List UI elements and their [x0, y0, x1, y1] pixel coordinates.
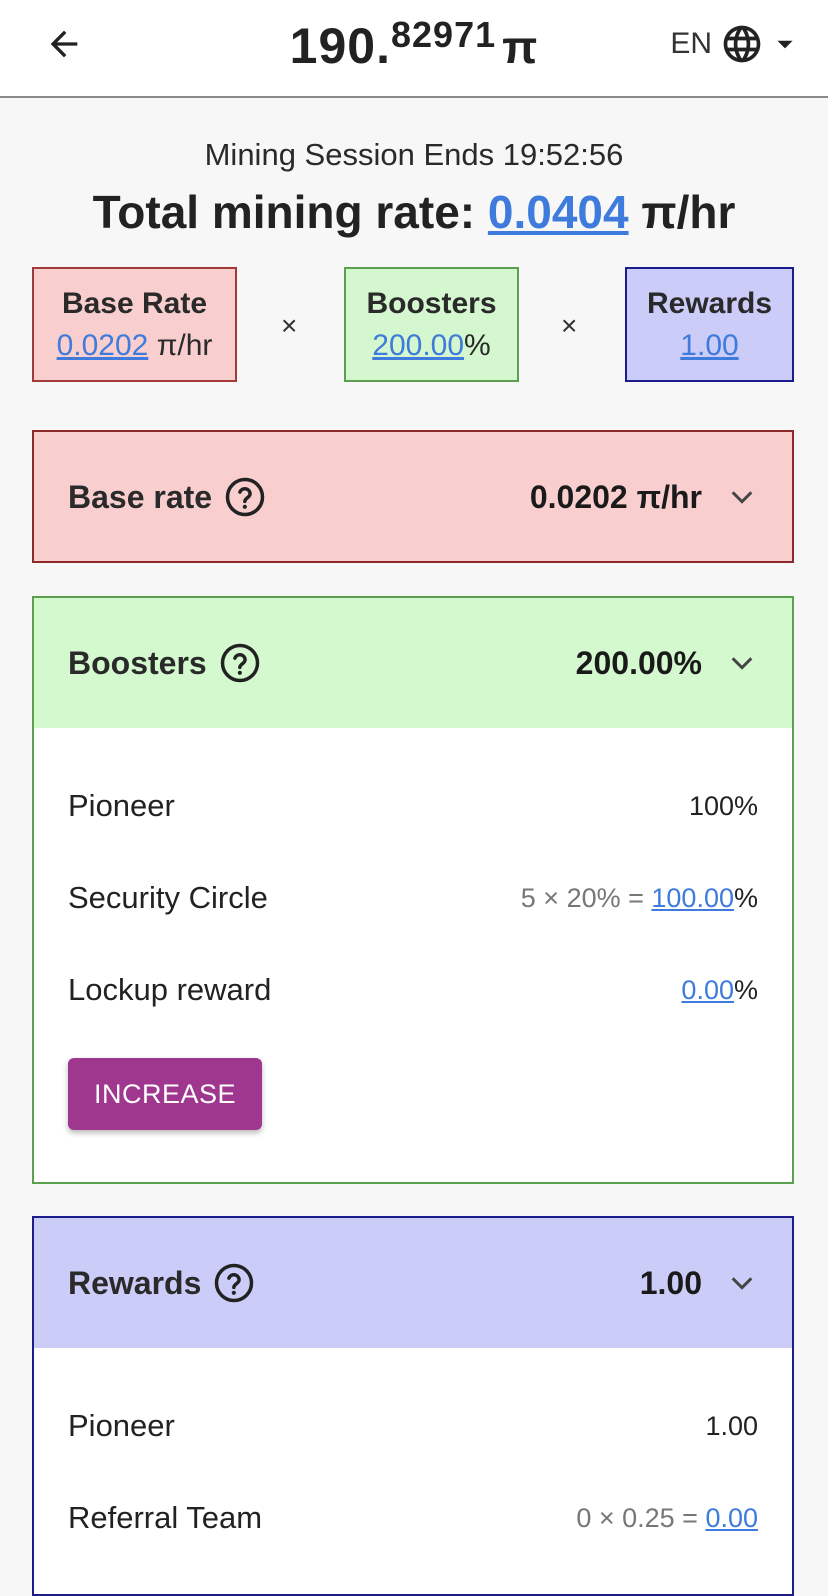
booster-value: 5 × 20% = 100.00%	[521, 883, 758, 914]
rewards-expand-toggle[interactable]	[726, 1267, 758, 1299]
summary-base-unit: π/hr	[156, 328, 213, 362]
summary-base-value-link[interactable]: 0.0202	[57, 329, 149, 362]
base-rate-panel-header[interactable]: Base rate 0.0202 π/hr	[34, 432, 792, 562]
reward-formula: 0 × 0.25 =	[576, 1502, 706, 1533]
list-item: Security Circle 5 × 20% = 100.00%	[34, 852, 792, 944]
boosters-panel-header[interactable]: Boosters 200.00%	[34, 598, 792, 728]
list-item: Pioneer 1.00	[34, 1380, 792, 1472]
booster-formula: 5 × 20% =	[520, 882, 652, 913]
reward-label: Referral Team	[68, 1500, 263, 1535]
balance-integer: 190.	[289, 18, 391, 74]
base-rate-panel: Base rate 0.0202 π/hr	[32, 430, 794, 563]
boosters-panel: Boosters 200.00% Pioneer 100% Security C…	[32, 596, 794, 1184]
summary-rewards-value-link[interactable]: 1.00	[680, 329, 738, 362]
reward-label: Pioneer	[68, 1408, 175, 1443]
security-circle-link[interactable]: 100.00	[651, 883, 734, 913]
reward-value: 1.00	[705, 1410, 758, 1441]
reward-value: 0 × 0.25 = 0.00	[576, 1503, 758, 1534]
lockup-reward-link[interactable]: 0.00	[681, 975, 734, 1005]
rewards-list: Pioneer 1.00 Referral Team 0 × 0.25 = 0.…	[34, 1348, 792, 1564]
rewards-help-button[interactable]	[213, 1262, 255, 1304]
booster-label: Lockup reward	[68, 972, 272, 1007]
list-item: Pioneer 100%	[34, 760, 792, 852]
base-rate-help-button[interactable]	[224, 476, 266, 518]
chevron-down-icon	[731, 491, 753, 504]
summary-rewards-title: Rewards	[646, 286, 773, 320]
booster-value: 0.00%	[681, 975, 758, 1006]
caret-down-icon	[777, 40, 793, 49]
language-selector[interactable]: EN	[670, 22, 798, 66]
balance-unit: π	[502, 21, 539, 73]
summary-base-rate: Base Rate 0.0202 π/hr	[32, 267, 237, 382]
boosters-expand-toggle[interactable]	[726, 647, 758, 679]
multiply-symbol: ×	[281, 310, 298, 341]
chevron-down-icon	[731, 657, 753, 670]
total-rate-label: Total mining rate:	[92, 186, 476, 238]
increase-button[interactable]: INCREASE	[68, 1058, 262, 1130]
booster-label: Security Circle	[68, 880, 268, 915]
base-rate-expand-toggle[interactable]	[726, 481, 758, 513]
summary-boosters-value: 200.00%	[372, 329, 490, 363]
booster-suffix: %	[733, 974, 758, 1005]
rewards-panel-value: 1.00	[639, 1264, 702, 1301]
summary-boosters-title: Boosters	[366, 286, 497, 320]
summary-rewards: Rewards 1.00	[625, 267, 794, 382]
summary-boosters-unit: %	[464, 328, 491, 362]
session-end-time: Mining Session Ends 19:52:56	[204, 137, 624, 172]
chevron-down-icon	[731, 1277, 753, 1290]
boosters-panel-value: 200.00%	[575, 644, 702, 681]
list-item: Referral Team 0 × 0.25 = 0.00	[34, 1472, 792, 1564]
referral-team-link[interactable]: 0.00	[705, 1503, 758, 1533]
balance-fraction: 82971	[391, 14, 497, 55]
total-rate-unit: π/hr	[641, 186, 736, 238]
booster-value: 100%	[688, 790, 758, 821]
rewards-panel: Rewards 1.00 Pioneer 1.00 Referral Team …	[32, 1216, 794, 1596]
summary-boosters-value-link[interactable]: 200.00	[372, 329, 464, 362]
rewards-panel-title: Rewards	[68, 1264, 202, 1301]
base-rate-panel-value: 0.0202 π/hr	[529, 478, 702, 515]
top-bar: 190.82971 π EN	[0, 0, 828, 98]
rewards-panel-header[interactable]: Rewards 1.00	[34, 1218, 792, 1348]
boosters-help-button[interactable]	[219, 642, 261, 684]
total-mining-rate: Total mining rate: 0.0404 π/hr	[0, 185, 828, 239]
summary-rewards-value: 1.00	[680, 329, 738, 363]
booster-label: Pioneer	[68, 788, 175, 823]
help-circle-icon	[215, 1263, 254, 1303]
summary-base-value: 0.0202 π/hr	[57, 329, 213, 363]
multiply-symbol: ×	[561, 310, 578, 341]
summary-boosters: Boosters 200.00%	[344, 267, 519, 382]
list-item: Lockup reward 0.00%	[34, 944, 792, 1036]
total-rate-value-link[interactable]: 0.0404	[488, 186, 629, 238]
help-circle-icon	[225, 477, 265, 517]
help-circle-icon	[220, 643, 259, 683]
base-rate-panel-title: Base rate	[68, 478, 213, 515]
boosters-panel-title: Boosters	[68, 644, 207, 681]
globe-icon	[723, 25, 761, 63]
booster-suffix: %	[733, 882, 758, 913]
summary-base-title: Base Rate	[61, 286, 208, 320]
boosters-list: Pioneer 100% Security Circle 5 × 20% = 1…	[34, 728, 792, 1036]
language-code: EN	[670, 27, 712, 60]
